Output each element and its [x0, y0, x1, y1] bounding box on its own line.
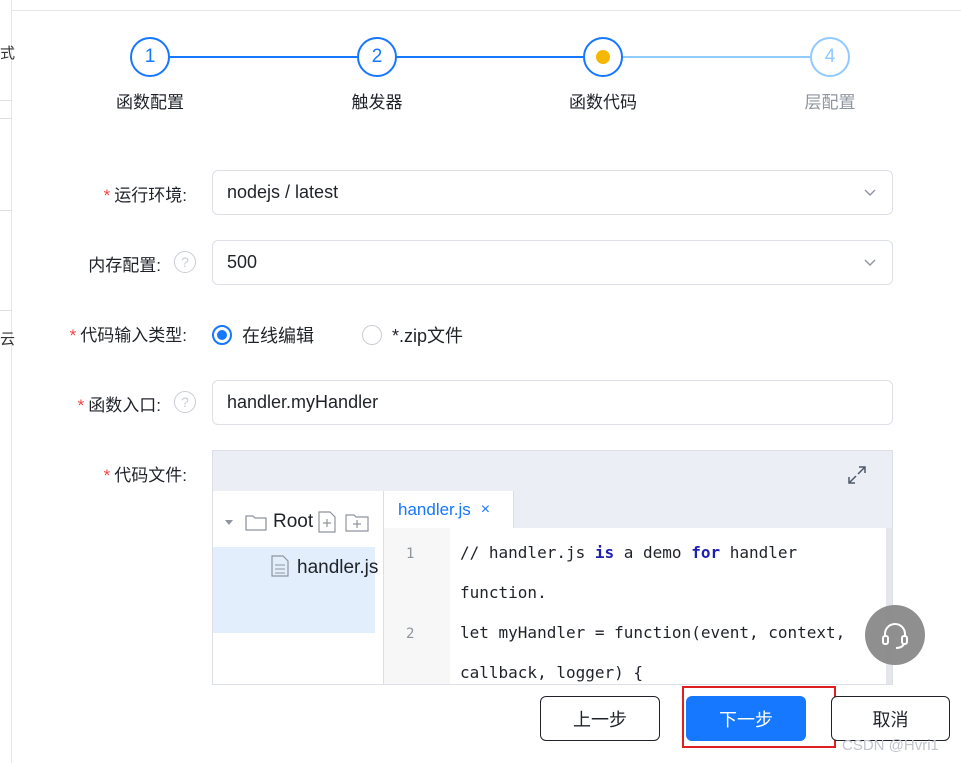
new-folder-icon[interactable] — [345, 512, 369, 532]
sidebar-divider — [0, 310, 12, 311]
sidebar-divider — [0, 210, 12, 211]
code-line: // handler.js is a demo for handler — [460, 543, 798, 562]
code-file-label: * 代码文件: — [103, 466, 187, 485]
close-icon[interactable]: × — [481, 501, 490, 519]
code-line: let myHandler = function(event, context, — [460, 623, 846, 642]
step-2-circle: 2 — [357, 37, 397, 77]
radio-online-edit-label: 在线编辑 — [242, 326, 314, 346]
customer-service-button[interactable] — [865, 605, 925, 665]
top-divider — [12, 10, 961, 11]
runtime-select[interactable]: nodejs / latest — [212, 170, 893, 215]
code-line: function. — [460, 583, 547, 602]
step-3 — [583, 37, 623, 77]
watermark: CSDN @Hvri1 — [842, 737, 939, 754]
line-number: 1 — [406, 546, 415, 562]
code-line: callback, logger) { — [460, 663, 644, 682]
tab-handler-js[interactable]: handler.js × — [384, 491, 514, 528]
step-3-circle — [583, 37, 623, 77]
radio-checked-icon — [212, 325, 232, 345]
runtime-label: * 运行环境: — [103, 186, 187, 205]
file-icon — [271, 555, 289, 577]
step-connector — [396, 56, 584, 58]
editor-toolbar — [213, 451, 892, 491]
step-4: 4 — [810, 37, 850, 77]
annotation-highlight-box — [682, 686, 836, 748]
step-1: 1 — [130, 37, 170, 77]
entry-input[interactable]: handler.myHandler — [212, 380, 893, 425]
step-3-label: 函数代码 — [569, 93, 637, 112]
radio-zip-file-label: *.zip文件 — [392, 326, 464, 346]
entry-input-value: handler.myHandler — [227, 392, 379, 412]
prev-step-button[interactable]: 上一步 — [540, 696, 660, 741]
code-editor: Root handler.js handler.js × 1 2 // hand… — [212, 450, 893, 685]
chevron-down-icon — [864, 189, 876, 196]
sidebar-divider — [0, 118, 12, 119]
cancel-button[interactable]: 取消 — [831, 696, 950, 741]
tree-file-item[interactable]: handler.js — [213, 547, 379, 633]
file-tree: Root handler.js — [213, 491, 383, 684]
step-connector — [622, 56, 810, 58]
tree-root[interactable]: Root — [223, 511, 369, 533]
code-area[interactable]: 1 2 // handler.js is a demo for handler … — [383, 528, 892, 684]
required-mark: * — [77, 396, 85, 415]
radio-unchecked-icon — [362, 325, 382, 345]
tree-root-label: Root — [273, 511, 314, 532]
step-2-label: 触发器 — [351, 93, 403, 112]
sidebar-divider — [0, 100, 12, 101]
radio-online-edit[interactable]: 在线编辑 — [212, 322, 314, 348]
step-4-circle: 4 — [810, 37, 850, 77]
editor-tabs: handler.js × — [383, 491, 892, 528]
sidebar-fragment-glyph: 云 — [0, 331, 16, 348]
left-sidebar-fragment: 式 云 — [0, 0, 16, 763]
required-mark: * — [69, 326, 77, 345]
memory-label: 内存配置: — [88, 256, 161, 275]
active-dot-icon — [596, 50, 610, 64]
tree-file-label: handler.js — [297, 557, 379, 578]
expand-icon[interactable] — [846, 464, 868, 486]
step-connector — [170, 56, 358, 58]
sidebar-fragment-glyph: 式 — [0, 45, 16, 62]
required-mark: * — [103, 466, 111, 485]
memory-select[interactable]: 500 — [212, 240, 893, 285]
step-1-label: 函数配置 — [116, 93, 184, 112]
caret-down-icon[interactable] — [223, 516, 235, 528]
required-mark: * — [103, 186, 111, 205]
line-number: 2 — [406, 626, 415, 642]
folder-icon — [245, 515, 267, 531]
headset-icon — [882, 623, 908, 649]
memory-select-value: 500 — [227, 252, 258, 272]
chevron-down-icon — [864, 259, 876, 266]
code-input-type-label: * 代码输入类型: — [69, 326, 187, 345]
step-4-label: 层配置 — [804, 93, 856, 112]
radio-zip-file[interactable]: *.zip文件 — [362, 322, 463, 348]
entry-label: * 函数入口: — [77, 396, 161, 415]
line-gutter: 1 2 — [384, 528, 450, 684]
runtime-select-value: nodejs / latest — [227, 182, 339, 202]
tab-label: handler.js — [398, 499, 471, 519]
new-file-icon[interactable] — [317, 511, 337, 533]
help-icon[interactable]: ? — [174, 391, 196, 413]
help-icon[interactable]: ? — [174, 251, 196, 273]
step-2: 2 — [357, 37, 397, 77]
step-1-circle: 1 — [130, 37, 170, 77]
